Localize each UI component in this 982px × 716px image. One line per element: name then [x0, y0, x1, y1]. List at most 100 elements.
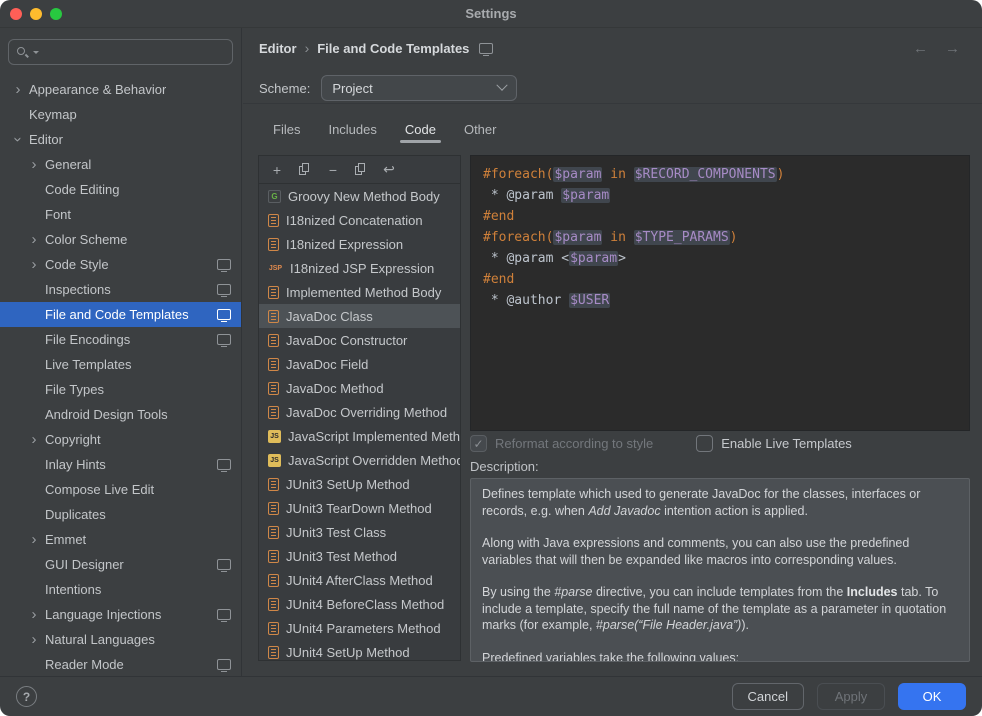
description-paragraph: Predefined variables take the following … — [482, 650, 958, 663]
help-button[interactable]: ? — [16, 686, 37, 707]
search-options-chevron-icon[interactable] — [33, 51, 39, 54]
template-item-junit4-beforeclass-method[interactable]: JUnit4 BeforeClass Method — [259, 592, 460, 616]
template-item-javadoc-class[interactable]: JavaDoc Class — [259, 304, 460, 328]
template-tabs: FilesIncludesCodeOther — [259, 115, 510, 143]
sidebar-item-label: General — [45, 157, 91, 172]
sidebar-item-inlay-hints[interactable]: Inlay Hints — [0, 452, 241, 477]
breadcrumb-editor[interactable]: Editor — [259, 41, 297, 56]
back-button[interactable]: ← — [913, 40, 928, 57]
forward-button[interactable]: → — [945, 40, 960, 57]
sidebar-item-appearance-behavior[interactable]: ›Appearance & Behavior — [0, 77, 241, 102]
sidebar-item-label: Copyright — [45, 432, 101, 447]
template-item-i18nized-concatenation[interactable]: I18nized Concatenation — [259, 208, 460, 232]
chevron-down-icon[interactable]: › — [11, 132, 26, 148]
enable-live-templates-label[interactable]: Enable Live Templates — [721, 436, 852, 451]
sidebar-item-code-editing[interactable]: Code Editing — [0, 177, 241, 202]
template-item-javadoc-constructor[interactable]: JavaDoc Constructor — [259, 328, 460, 352]
sidebar-item-file-encodings[interactable]: File Encodings — [0, 327, 241, 352]
tab-files[interactable]: Files — [259, 115, 314, 143]
template-item-implemented-method-body[interactable]: Implemented Method Body — [259, 280, 460, 304]
scheme-value: Project — [332, 81, 372, 96]
template-item-junit4-parameters-method[interactable]: JUnit4 Parameters Method — [259, 616, 460, 640]
toolbar-remove-icon[interactable]: − — [326, 163, 340, 177]
ok-button[interactable]: OK — [898, 683, 966, 710]
sidebar-item-label: GUI Designer — [45, 557, 124, 572]
sidebar-item-inspections[interactable]: Inspections — [0, 277, 241, 302]
js-file-icon: JS — [268, 430, 281, 443]
chevron-right-icon[interactable]: › — [26, 607, 42, 622]
template-item-junit3-test-method[interactable]: JUnit3 Test Method — [259, 544, 460, 568]
template-item-i18nized-expression[interactable]: I18nized Expression — [259, 232, 460, 256]
zoom-button[interactable] — [50, 8, 62, 20]
code-line: #foreach($param in $TYPE_PARAMS) — [483, 227, 957, 248]
template-item-junit4-setup-method[interactable]: JUnit4 SetUp Method — [259, 640, 460, 660]
cancel-button[interactable]: Cancel — [732, 683, 804, 710]
sidebar-item-general[interactable]: ›General — [0, 152, 241, 177]
template-item-javadoc-field[interactable]: JavaDoc Field — [259, 352, 460, 376]
sidebar-item-file-and-code-templates[interactable]: File and Code Templates — [0, 302, 241, 327]
sidebar-item-label: Font — [45, 207, 71, 222]
sidebar-item-duplicates[interactable]: Duplicates — [0, 502, 241, 527]
sidebar-item-color-scheme[interactable]: ›Color Scheme — [0, 227, 241, 252]
toolbar-copy-icon[interactable] — [298, 163, 312, 177]
search-field[interactable] — [8, 39, 233, 65]
template-item-label: JUnit3 SetUp Method — [286, 477, 410, 492]
toolbar-add-icon[interactable]: + — [270, 163, 284, 177]
sidebar-item-intentions[interactable]: Intentions — [0, 577, 241, 602]
enable-live-templates-checkbox[interactable] — [696, 435, 713, 452]
sidebar-item-reader-mode[interactable]: Reader Mode — [0, 652, 241, 676]
chevron-right-icon[interactable]: › — [26, 257, 42, 272]
chevron-right-icon[interactable]: › — [26, 232, 42, 247]
sidebar-item-label: Android Design Tools — [45, 407, 168, 422]
minimize-button[interactable] — [30, 8, 42, 20]
scheme-dropdown[interactable]: Project — [321, 75, 517, 101]
template-item-javascript-implemented-method[interactable]: JSJavaScript Implemented Method — [259, 424, 460, 448]
chevron-right-icon[interactable]: › — [26, 432, 42, 447]
sidebar-item-code-style[interactable]: ›Code Style — [0, 252, 241, 277]
chevron-right-icon[interactable]: › — [10, 82, 26, 97]
code-line: * @param <$param> — [483, 248, 957, 269]
sidebar-item-copyright[interactable]: ›Copyright — [0, 427, 241, 452]
template-item-label: JavaDoc Class — [286, 309, 373, 324]
sidebar-item-android-design-tools[interactable]: Android Design Tools — [0, 402, 241, 427]
sidebar-item-live-templates[interactable]: Live Templates — [0, 352, 241, 377]
toolbar-revert-icon[interactable]: ↩ — [382, 163, 396, 177]
template-item-junit3-setup-method[interactable]: JUnit3 SetUp Method — [259, 472, 460, 496]
close-button[interactable] — [10, 8, 22, 20]
template-item-junit3-test-class[interactable]: JUnit3 Test Class — [259, 520, 460, 544]
titlebar: Settings — [0, 0, 982, 28]
sidebar-item-language-injections[interactable]: ›Language Injections — [0, 602, 241, 627]
chevron-right-icon[interactable]: › — [26, 532, 42, 547]
template-item-javadoc-method[interactable]: JavaDoc Method — [259, 376, 460, 400]
options-row: ✓ Reformat according to style Enable Liv… — [470, 435, 852, 452]
sidebar-item-compose-live-edit[interactable]: Compose Live Edit — [0, 477, 241, 502]
sidebar-item-editor[interactable]: ›Editor — [0, 127, 241, 152]
tab-code[interactable]: Code — [391, 115, 450, 143]
template-item-junit3-teardown-method[interactable]: JUnit3 TearDown Method — [259, 496, 460, 520]
chevron-right-icon[interactable]: › — [26, 157, 42, 172]
template-item-groovy-new-method-body[interactable]: GGroovy New Method Body — [259, 184, 460, 208]
toolbar-duplicate-icon[interactable] — [354, 163, 368, 177]
template-item-junit4-afterclass-method[interactable]: JUnit4 AfterClass Method — [259, 568, 460, 592]
template-item-javascript-overridden-method[interactable]: JSJavaScript Overridden Method — [259, 448, 460, 472]
template-file-icon — [268, 358, 279, 371]
search-input[interactable] — [43, 44, 225, 61]
sidebar-item-keymap[interactable]: Keymap — [0, 102, 241, 127]
sidebar-item-natural-languages[interactable]: ›Natural Languages — [0, 627, 241, 652]
template-editor[interactable]: #foreach($param in $RECORD_COMPONENTS) *… — [470, 155, 970, 431]
sidebar-item-font[interactable]: Font — [0, 202, 241, 227]
template-item-javadoc-overriding-method[interactable]: JavaDoc Overriding Method — [259, 400, 460, 424]
tab-other[interactable]: Other — [450, 115, 511, 143]
sidebar-item-gui-designer[interactable]: GUI Designer — [0, 552, 241, 577]
sidebar-item-file-types[interactable]: File Types — [0, 377, 241, 402]
template-file-icon — [268, 478, 279, 491]
description-paragraph: By using the #parse directive, you can i… — [482, 584, 958, 634]
sidebar-item-emmet[interactable]: ›Emmet — [0, 527, 241, 552]
chevron-right-icon[interactable]: › — [26, 632, 42, 647]
template-item-label: JavaDoc Field — [286, 357, 368, 372]
screen-icon — [217, 659, 231, 670]
sidebar-item-label: Duplicates — [45, 507, 106, 522]
template-item-label: Groovy New Method Body — [288, 189, 440, 204]
template-item-i18nized-jsp-expression[interactable]: JSPI18nized JSP Expression — [259, 256, 460, 280]
tab-includes[interactable]: Includes — [314, 115, 390, 143]
